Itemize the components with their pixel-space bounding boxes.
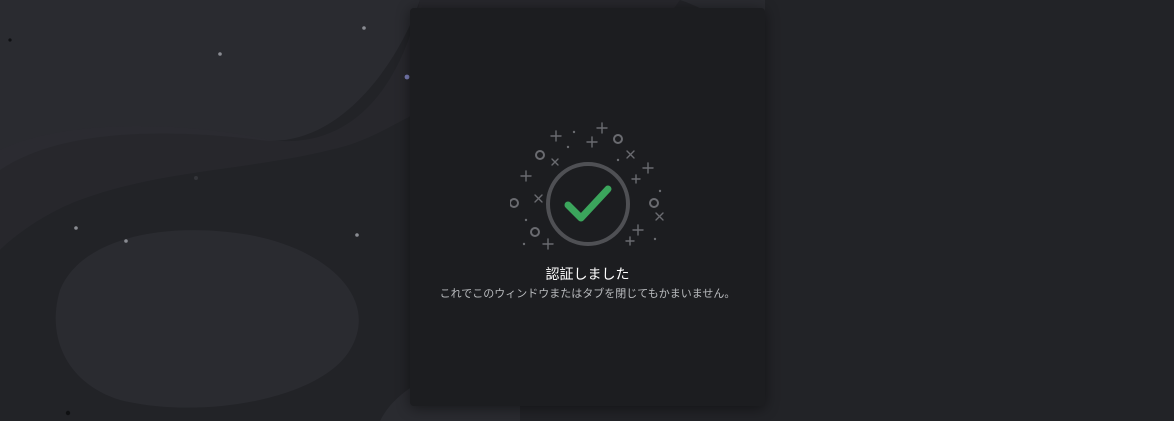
page-title: 認証しました [545,267,630,283]
auth-success-card: 認証しました これでこのウィンドウまたはタブを閉じてもかまいません。 [410,8,765,406]
checkmark-circle-icon [546,162,630,246]
sparkles-icon [510,122,664,250]
page-message: これでこのウィンドウまたはタブを閉じてもかまいません。 [439,287,736,300]
